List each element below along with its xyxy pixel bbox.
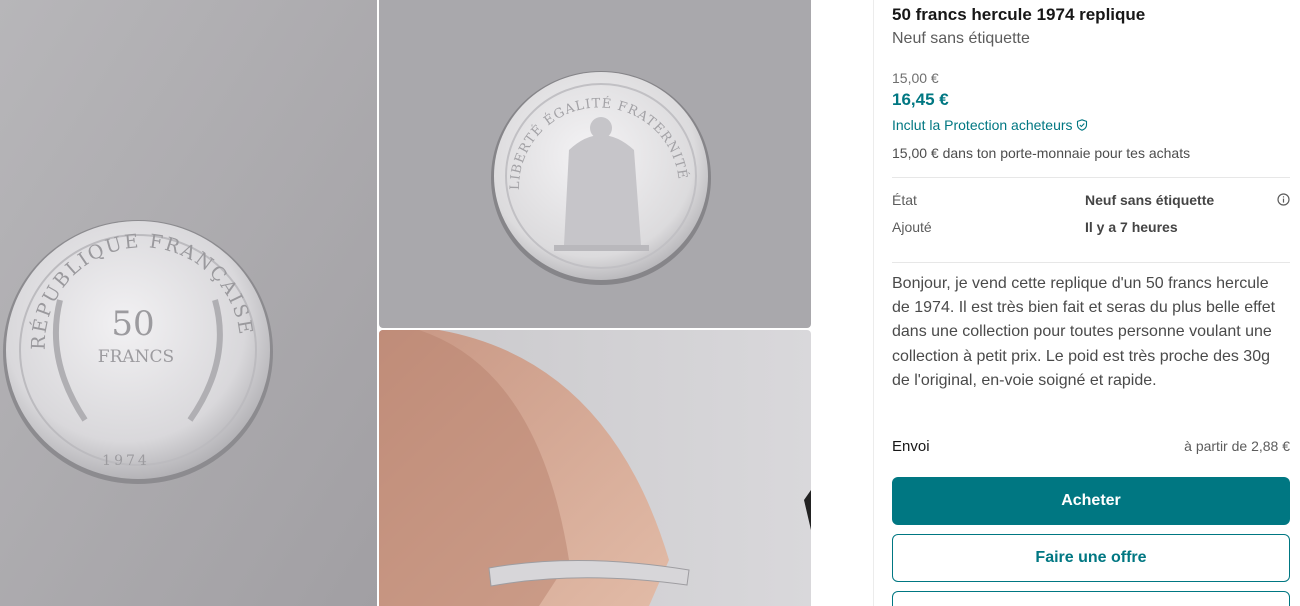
photo-coin-reverse[interactable]: RÉPUBLIQUE FRANÇAISE 50 FRANCS 1974 xyxy=(0,0,377,606)
shipping-price: à partir de 2,88 € xyxy=(1184,438,1290,454)
divider xyxy=(892,262,1290,263)
item-description: Bonjour, je vend cette replique d'un 50 … xyxy=(892,275,1276,389)
buyer-protection-label: Inclut la Protection acheteurs xyxy=(892,117,1073,133)
buy-button[interactable]: Acheter xyxy=(892,477,1290,525)
coin-unit: FRANCS xyxy=(98,347,174,367)
photo-coin-edge[interactable] xyxy=(379,330,811,606)
coin-obverse-image: LIBERTÉ ÉGALITÉ FRATERNITÉ xyxy=(379,0,811,328)
coin-reverse-image: RÉPUBLIQUE FRANÇAISE 50 FRANCS 1974 xyxy=(0,0,377,606)
detail-label-added: Ajouté xyxy=(892,219,932,235)
make-offer-button[interactable]: Faire une offre xyxy=(892,534,1290,582)
detail-label-condition: État xyxy=(892,192,917,208)
coin-value: 50 xyxy=(111,304,154,344)
item-price: 15,00 € xyxy=(892,70,939,86)
item-price-with-protection[interactable]: 16,45 € xyxy=(892,90,949,110)
detail-value-added: Il y a 7 heures xyxy=(1085,219,1178,235)
coin-edge-image xyxy=(379,330,811,606)
buyer-protection-link[interactable]: Inclut la Protection acheteurs xyxy=(892,117,1088,133)
listing-page: RÉPUBLIQUE FRANÇAISE 50 FRANCS 1974 LIBE… xyxy=(0,0,1300,606)
detail-value-condition: Neuf sans étiquette xyxy=(1085,192,1215,208)
item-sidebar: 50 francs hercule 1974 replique Neuf san… xyxy=(873,0,1300,606)
item-condition-subtitle: Neuf sans étiquette xyxy=(892,30,1030,47)
shield-check-icon xyxy=(1076,119,1087,131)
shipping-label: Envoi xyxy=(892,438,930,455)
divider xyxy=(892,177,1290,178)
message-seller-button[interactable] xyxy=(892,591,1290,606)
photo-coin-obverse[interactable]: LIBERTÉ ÉGALITÉ FRATERNITÉ xyxy=(379,0,811,328)
coin-year: 1974 xyxy=(102,453,150,469)
info-icon[interactable] xyxy=(1277,193,1290,206)
wallet-note: 15,00 € dans ton porte-monnaie pour tes … xyxy=(892,145,1191,161)
photo-gallery: RÉPUBLIQUE FRANÇAISE 50 FRANCS 1974 LIBE… xyxy=(0,0,812,606)
item-title: 50 francs hercule 1974 replique xyxy=(892,5,1146,24)
